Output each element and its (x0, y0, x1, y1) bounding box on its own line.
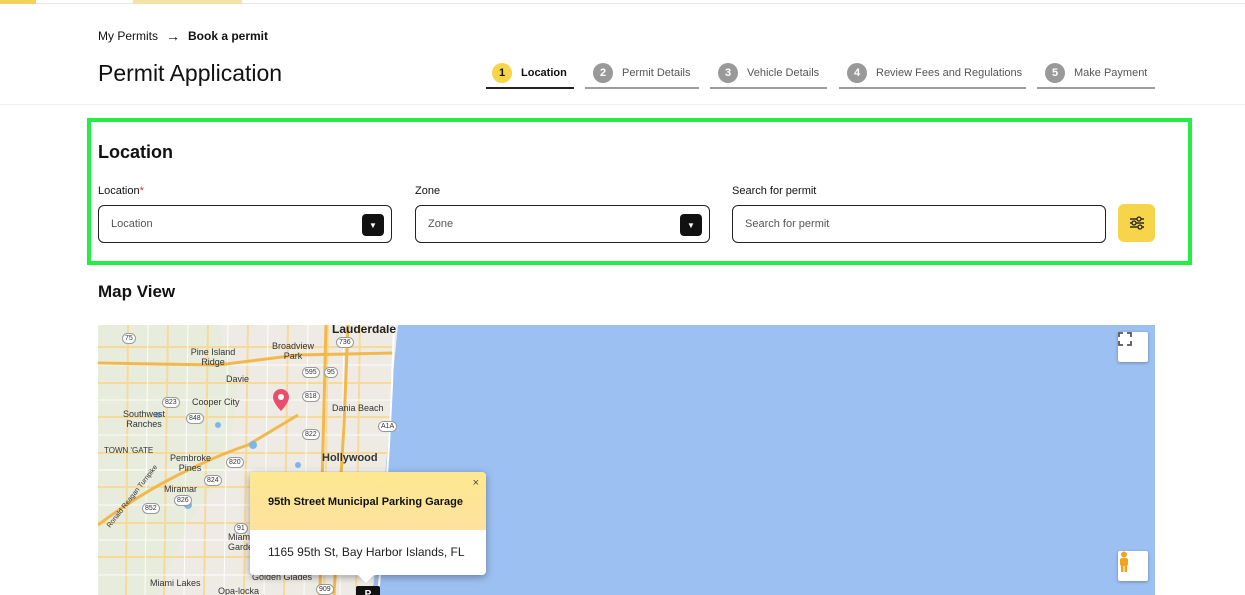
road-shield: 852 (142, 503, 160, 514)
road-shield: 824 (204, 475, 222, 486)
fullscreen-icon (1118, 332, 1132, 346)
top-bar-segment (0, 0, 36, 4)
chevron-down-icon[interactable]: ▼ (362, 214, 384, 236)
close-icon[interactable]: × (473, 477, 479, 489)
location-select[interactable]: Location ▼ (98, 205, 392, 243)
map-place-label: Southwest Ranches (122, 409, 166, 429)
step-number: 4 (847, 62, 867, 83)
breadcrumb: My Permits → Book a permit (98, 28, 268, 44)
breadcrumb-link-my-permits[interactable]: My Permits (98, 29, 158, 43)
road-shield: 736 (336, 337, 354, 348)
road-shield: 595 (302, 367, 320, 378)
zone-select[interactable]: Zone ▼ (415, 205, 710, 243)
road-shield: 823 (162, 397, 180, 408)
map-place-label: Pembroke Pines (170, 453, 212, 473)
arrow-right-icon: → (166, 28, 180, 44)
step-label: Make Payment (1074, 66, 1148, 79)
map-place-label: Miami Lakes (150, 578, 201, 588)
location-field-label: Location* (98, 185, 144, 197)
step-label: Location (521, 66, 567, 79)
fullscreen-button[interactable] (1118, 332, 1148, 362)
zone-field-label: Zone (415, 185, 441, 197)
road-shield: 818 (302, 391, 320, 402)
sliders-icon (1129, 216, 1144, 230)
road-shield: 848 (186, 413, 204, 424)
road-shield: 91 (234, 523, 248, 534)
step-label: Vehicle Details (747, 66, 820, 79)
search-permit-placeholder: Search for permit (745, 218, 830, 230)
road-shield: A1A (378, 421, 398, 432)
step-vehicle-details[interactable]: 3 Vehicle Details (710, 60, 827, 89)
location-section-title: Location (98, 142, 173, 162)
step-label: Review Fees and Regulations (876, 66, 1023, 79)
step-permit-details[interactable]: 2 Permit Details (585, 60, 699, 89)
info-window-tail (358, 575, 374, 583)
location-info-window[interactable]: 95th Street Municipal Parking Garage × 1… (250, 472, 486, 583)
header-divider (0, 104, 1245, 105)
page-title: Permit Application (98, 60, 283, 86)
road-shield: 820 (226, 457, 244, 468)
road-shield: 822 (302, 429, 320, 440)
step-number: 2 (593, 62, 613, 83)
road-shield: 95 (324, 367, 338, 378)
map-place-label: Cooper City (192, 397, 240, 407)
map-place-label: Opa-locka (218, 586, 260, 595)
step-number: 1 (492, 62, 512, 83)
chevron-down-icon[interactable]: ▼ (680, 214, 702, 236)
map-view[interactable]: Lauderdale Broadview Park Pine Island Ri… (98, 325, 1155, 595)
search-permit-input[interactable]: Search for permit (732, 205, 1106, 243)
top-bar-segment (133, 0, 242, 4)
zone-select-placeholder: Zone (428, 218, 454, 230)
road-shield: 75 (122, 333, 136, 344)
info-window-title: 95th Street Municipal Parking Garage (250, 472, 486, 530)
road-shield: 826 (174, 495, 192, 506)
required-mark: * (139, 185, 144, 197)
top-progress-bar (0, 0, 1245, 4)
step-number: 3 (718, 62, 738, 83)
step-make-payment[interactable]: 5 Make Payment (1037, 60, 1155, 89)
step-number: 5 (1045, 62, 1065, 83)
map-place-label: Davie (226, 374, 250, 384)
step-review-fees[interactable]: 4 Review Fees and Regulations (839, 60, 1026, 89)
map-view-title: Map View (98, 282, 176, 301)
map-place-label: Broadview Park (271, 341, 315, 361)
step-location[interactable]: 1 Location (486, 60, 574, 89)
info-window-address: 1165 95th St, Bay Harbor Islands, FL (268, 545, 465, 559)
street-view-button[interactable] (1118, 551, 1148, 581)
map-place-label: Dania Beach (332, 403, 384, 413)
pegman-icon (1120, 551, 1128, 572)
step-label: Permit Details (622, 66, 691, 79)
parking-marker[interactable]: P (356, 586, 380, 595)
map-place-label: Hollywood (322, 452, 378, 464)
filter-button[interactable] (1118, 204, 1155, 242)
road-shield: 909 (316, 584, 334, 595)
map-place-label: Lauderdale (332, 325, 397, 336)
search-field-label: Search for permit (732, 185, 817, 197)
breadcrumb-current: Book a permit (188, 29, 269, 43)
map-place-label: Pine Island Ridge (190, 347, 236, 367)
location-select-placeholder: Location (111, 218, 153, 230)
map-place-label: Miramar (164, 484, 197, 494)
map-place-label: TOWN 'GATE (104, 446, 154, 455)
